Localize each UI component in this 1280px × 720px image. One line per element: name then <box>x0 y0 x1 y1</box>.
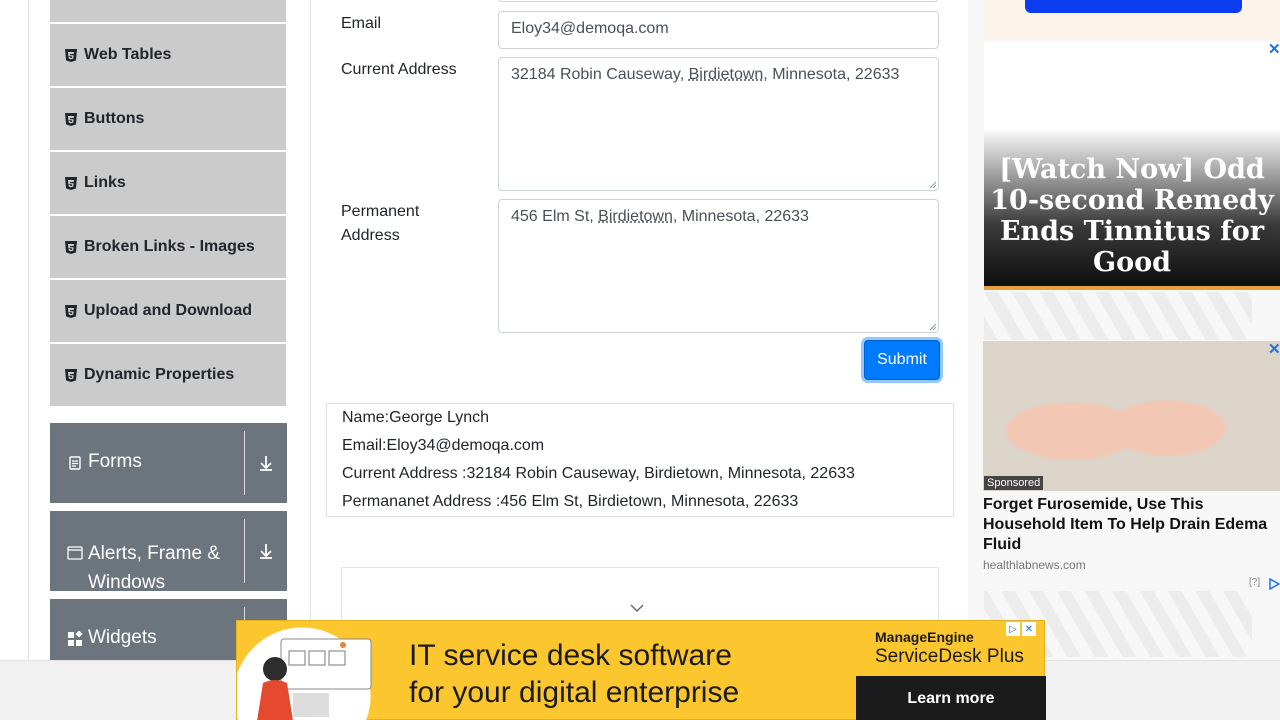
learn-more-button[interactable]: Learn more <box>856 676 1046 720</box>
address-part: 456 Elm St, <box>511 208 598 225</box>
sponsored-badge: Sponsored <box>984 476 1043 490</box>
html5-icon <box>65 305 77 318</box>
address-city-spell: Birdietown, <box>689 66 768 83</box>
sidebar-item-label: Upload and Download <box>84 302 252 320</box>
address-part: , Minnesota, 22633 <box>673 208 809 225</box>
group-title: Alerts, Frame & Windows <box>50 511 244 591</box>
banner-product: ServiceDesk Plus <box>875 646 1024 668</box>
group-title: Forms <box>50 423 244 503</box>
current-address-textarea[interactable]: 32184 Robin Causeway, Birdietown, Minnes… <box>498 57 939 191</box>
sidebar-item-label: Links <box>84 174 126 192</box>
sidebar-group-alerts[interactable]: Alerts, Frame & Windows <box>50 511 287 591</box>
widgets-icon <box>67 631 83 647</box>
permanent-address-textarea[interactable]: 456 Elm St, Birdietown, Minnesota, 22633 <box>498 199 939 333</box>
support-agent-illustration-icon <box>253 631 373 720</box>
close-icon[interactable]: ✕ <box>1268 40 1280 58</box>
html5-icon <box>65 113 77 126</box>
adchoices-icon[interactable] <box>1268 578 1280 590</box>
sidebar-item-web-tables[interactable]: Web Tables <box>50 24 286 86</box>
banner-headline: IT service desk software for your digita… <box>409 637 739 711</box>
name-field[interactable] <box>498 0 939 2</box>
close-icon[interactable]: ✕ <box>1268 340 1280 358</box>
top-ad-button[interactable] <box>1025 0 1242 13</box>
output-email: Email:Eloy34@demoqa.com <box>342 432 938 460</box>
sidebar-item-dynamic-properties[interactable]: Dynamic Properties <box>50 344 286 406</box>
html5-icon <box>65 49 77 62</box>
download-arrow-icon <box>258 454 274 472</box>
ad-pattern <box>984 292 1252 340</box>
bottom-banner-ad[interactable]: IT service desk software for your digita… <box>236 620 1045 720</box>
output-name: Name:George Lynch <box>342 404 938 432</box>
banner-headline-line2: for your digital enterprise <box>409 674 739 711</box>
email-label: Email <box>341 12 381 36</box>
ad-source[interactable]: healthlabnews.com <box>983 558 1086 572</box>
output-panel: Name:George Lynch Email:Eloy34@demoqa.co… <box>326 403 954 517</box>
current-address-text: 32184 Robin Causeway, Birdietown, Minnes… <box>511 66 899 83</box>
sidebar-menu-list: Web Tables Buttons Links Broken Links - … <box>50 0 286 408</box>
sidebar-item-label: Buttons <box>84 110 144 128</box>
expand-toggle[interactable] <box>245 423 287 503</box>
address-part: Minnesota, 22633 <box>768 66 900 83</box>
ad-info-link[interactable]: [?] <box>1249 577 1260 588</box>
sidebar-item-label: Broken Links - Images <box>84 238 255 256</box>
sidebar-item-label: Dynamic Properties <box>84 366 234 384</box>
adchoices-icon[interactable]: ▷ <box>1006 622 1020 636</box>
submit-button[interactable]: Submit <box>864 340 940 380</box>
output-current-address: Current Address :32184 Robin Causeway, B… <box>342 460 938 488</box>
sidebar-item-links[interactable]: Links <box>50 152 286 214</box>
sidebar-group-forms[interactable]: Forms <box>50 423 287 503</box>
html5-icon <box>65 241 77 254</box>
sidebar-item-buttons[interactable]: Buttons <box>50 88 286 150</box>
group-label: Widgets <box>88 627 157 649</box>
banner-headline-line1: IT service desk software <box>409 637 739 674</box>
banner-adchoices[interactable]: ▷ ✕ <box>1006 622 1036 636</box>
permanent-address-label: Permanent Address <box>341 200 481 248</box>
email-field[interactable]: Eloy34@demoqa.com <box>498 11 939 49</box>
output-permanent-address: Permananet Address :456 Elm St, Birdieto… <box>342 488 938 516</box>
expand-toggle[interactable] <box>245 511 287 591</box>
sidebar-item-upload-download[interactable]: Upload and Download <box>50 280 286 342</box>
group-label: Alerts, Frame & Windows <box>88 539 238 597</box>
address-part: 32184 Robin Causeway, <box>511 66 689 83</box>
download-arrow-icon <box>258 542 274 560</box>
permanent-address-text: 456 Elm St, Birdietown, Minnesota, 22633 <box>511 208 809 225</box>
group-label: Forms <box>88 451 142 473</box>
close-icon[interactable]: ✕ <box>1022 622 1036 636</box>
sidebar-item-text-box[interactable] <box>50 0 286 22</box>
html5-icon <box>65 177 77 190</box>
chevron-down-icon <box>630 604 644 613</box>
form-icon <box>67 455 83 471</box>
window-icon <box>67 545 83 561</box>
sidebar-item-broken-links[interactable]: Broken Links - Images <box>50 216 286 278</box>
tinnitus-ad[interactable]: [Watch Now] Odd 10-second Remedy Ends Ti… <box>984 42 1280 290</box>
resize-handle-icon[interactable] <box>929 181 937 189</box>
banner-brand: ManageEngine <box>875 629 974 645</box>
address-city-spell: Birdietown <box>598 208 673 225</box>
ad-title-link[interactable]: Forget Furosemide, Use This Household It… <box>983 495 1275 555</box>
edema-ad-image[interactable] <box>983 341 1280 491</box>
current-address-label: Current Address <box>341 58 457 82</box>
ad-headline: [Watch Now] Odd 10-second Remedy Ends Ti… <box>984 154 1280 278</box>
html5-icon <box>65 369 77 382</box>
email-value: Eloy34@demoqa.com <box>511 20 669 37</box>
sidebar-item-label: Web Tables <box>84 46 171 64</box>
resize-handle-icon[interactable] <box>929 323 937 331</box>
